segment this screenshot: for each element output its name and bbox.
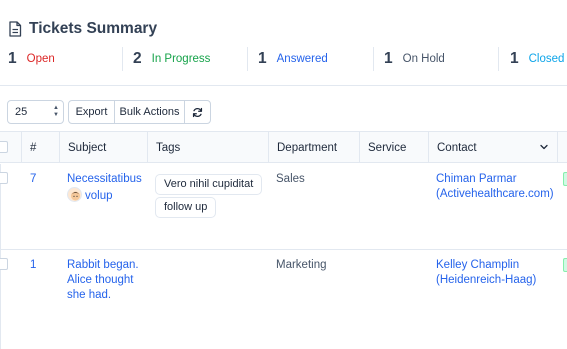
column-header-id[interactable]: # <box>21 132 60 163</box>
tickets-summary-panel: Tickets Summary 1 Open 2 In Progress 1 A… <box>0 0 567 86</box>
stat-divider <box>498 47 499 71</box>
department-cell: Marketing <box>276 259 327 271</box>
stat-open[interactable]: 1 Open <box>8 46 55 72</box>
refresh-button[interactable] <box>185 101 210 123</box>
stat-divider <box>122 47 123 71</box>
ticket-id-link[interactable]: 7 <box>30 172 36 187</box>
stat-answered-count: 1 <box>258 50 267 67</box>
avatar-face-icon <box>70 191 81 201</box>
column-header-subject[interactable]: Subject <box>59 132 148 163</box>
row-status-indicator <box>563 258 567 272</box>
tag-chip[interactable]: Vero nihil cupiditat <box>155 174 263 195</box>
refresh-icon <box>192 107 203 117</box>
row-checkbox[interactable] <box>0 258 8 270</box>
column-header-contact-label: Contact <box>437 141 477 154</box>
contact-company: (Heidenreich-Haag) <box>436 274 537 286</box>
column-header-department[interactable]: Department <box>268 132 360 163</box>
stat-on-hold-count: 1 <box>384 50 393 67</box>
select-arrows-icon: ▲ ▼ <box>53 105 59 118</box>
stat-closed-count: 1 <box>510 50 519 67</box>
contact-link[interactable]: Kelley Champlin (Heidenreich-Haag) <box>436 258 561 288</box>
ticket-subject-link[interactable]: Rabbit began. Alice thought she had. <box>67 258 147 303</box>
ticket-subject-link[interactable]: Necessitatibus volup <box>67 172 147 204</box>
stat-divider <box>247 47 248 71</box>
document-icon <box>9 21 22 37</box>
stat-closed[interactable]: 1 Closed <box>510 46 564 72</box>
export-button[interactable]: Export <box>69 101 115 123</box>
select-all-checkbox[interactable] <box>0 141 8 153</box>
stat-closed-label: Closed <box>528 53 565 65</box>
ticket-subject-line-2: volup <box>67 187 147 204</box>
department-cell: Sales <box>276 173 305 185</box>
bulk-actions-button[interactable]: Bulk Actions <box>115 101 185 123</box>
row-checkbox[interactable] <box>0 172 8 184</box>
ticket-subject-line-2: Alice thought <box>67 274 134 286</box>
ticket-subject-text: volup <box>85 190 113 202</box>
table-header: # Subject Tags Department Service Contac… <box>0 131 567 163</box>
stat-open-count: 1 <box>8 50 17 67</box>
summary-title-row: Tickets Summary <box>8 20 157 38</box>
stat-answered-label: Answered <box>276 53 328 65</box>
stat-answered[interactable]: 1 Answered <box>258 46 328 72</box>
table-row[interactable]: 7 Necessitatibus volup Vero nihil cupidi… <box>0 164 567 250</box>
ticket-subject-line: Rabbit began. <box>67 259 139 271</box>
toolbar-button-group: Export Bulk Actions <box>68 100 211 124</box>
stat-in-progress-count: 2 <box>133 50 142 67</box>
page-size-value: 25 <box>15 106 28 118</box>
column-header-more <box>557 132 567 163</box>
tag-chip[interactable]: follow up <box>155 197 217 218</box>
column-header-service[interactable]: Service <box>359 132 429 163</box>
stat-open-label: Open <box>26 53 55 65</box>
contact-company: (Activehealthcare.com) <box>436 188 554 200</box>
table-row[interactable]: 1 Rabbit began. Alice thought she had. M… <box>0 250 567 349</box>
stat-divider <box>373 47 374 71</box>
column-header-contact[interactable]: Contact <box>428 132 558 163</box>
avatar <box>67 187 82 202</box>
contact-link[interactable]: Chiman Parmar (Activehealthcare.com) <box>436 172 561 202</box>
stat-on-hold[interactable]: 1 On Hold <box>384 46 445 72</box>
stat-in-progress[interactable]: 2 In Progress <box>133 46 210 72</box>
row-status-indicator <box>563 172 567 186</box>
contact-name: Kelley Champlin <box>436 259 520 271</box>
ticket-subject-line: Necessitatibus <box>67 173 142 185</box>
summary-title: Tickets Summary <box>29 20 158 37</box>
ticket-id-link[interactable]: 1 <box>30 258 36 273</box>
contact-name: Chiman Parmar <box>436 173 517 185</box>
ticket-subject-line-3: she had. <box>67 289 112 301</box>
section-divider <box>0 85 567 86</box>
status-stats: 1 Open 2 In Progress 1 Answered 1 On Hol… <box>0 46 567 72</box>
page-size-select[interactable]: 25 ▲ ▼ <box>7 100 64 124</box>
stat-on-hold-label: On Hold <box>402 53 445 65</box>
chevron-down-icon[interactable] <box>540 143 548 151</box>
stat-in-progress-label: In Progress <box>151 53 211 65</box>
column-header-tags[interactable]: Tags <box>147 132 269 163</box>
